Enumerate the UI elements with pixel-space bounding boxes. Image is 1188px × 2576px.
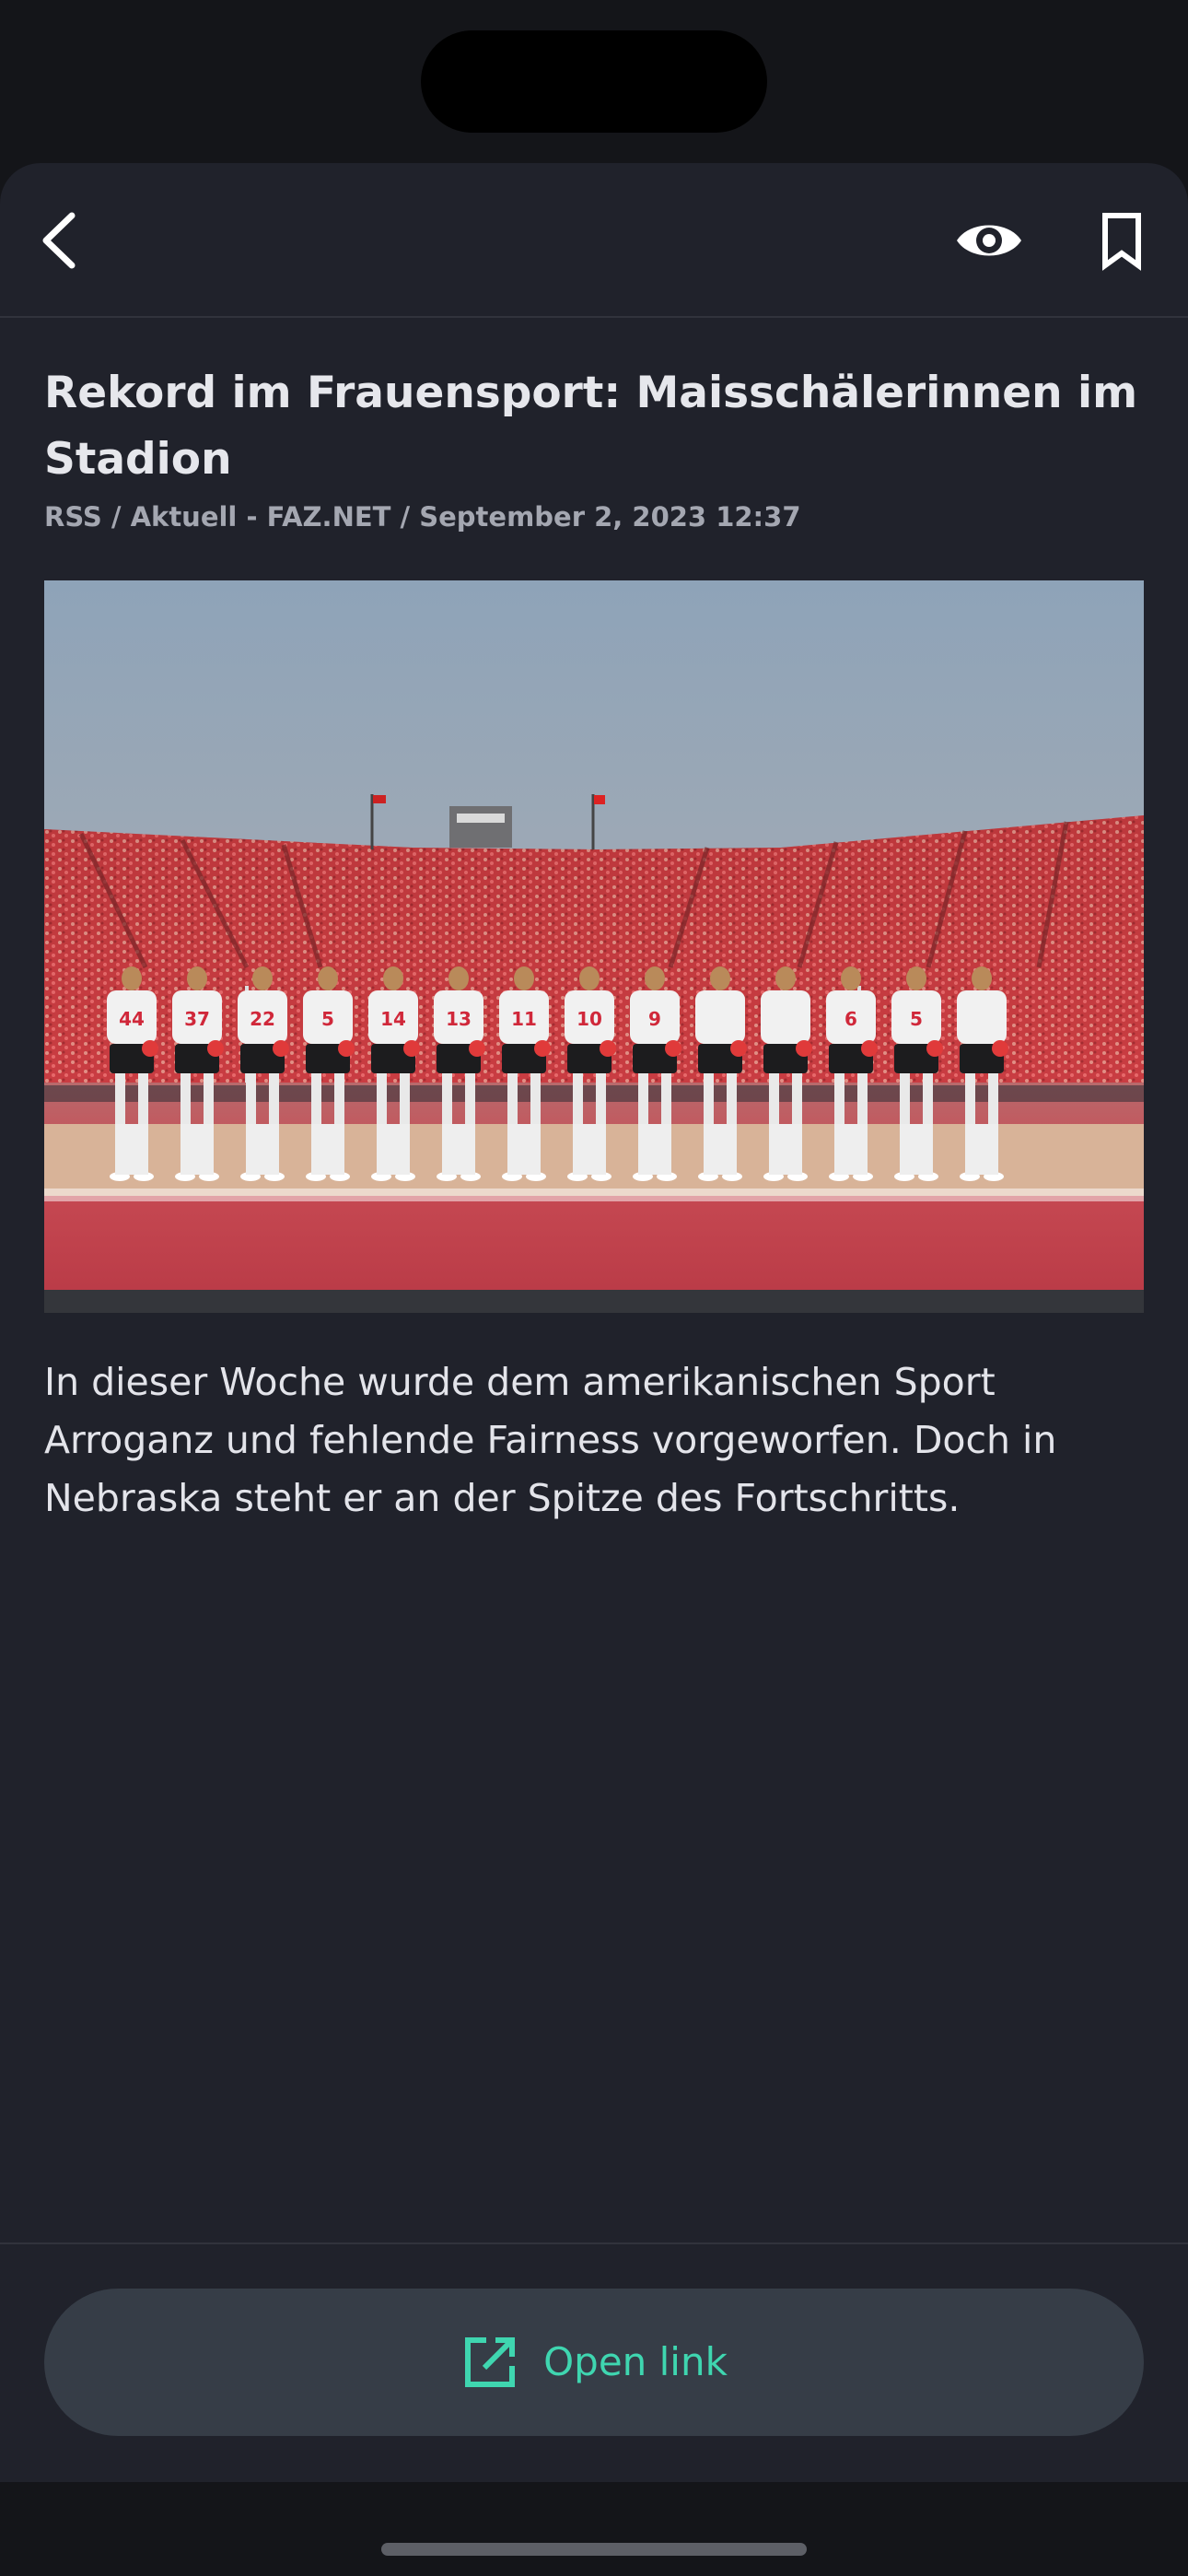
jersey-number: 5 bbox=[321, 1008, 334, 1030]
jersey-number: 6 bbox=[844, 1008, 857, 1030]
jersey-number: 5 bbox=[910, 1008, 923, 1030]
article-title: Rekord im Frauensport: Maisschälerinnen … bbox=[44, 368, 1138, 485]
bottom-action-bar: Open link bbox=[0, 2242, 1188, 2482]
external-link-icon bbox=[465, 2337, 516, 2387]
article-summary: In dieser Woche wurde dem amerikanischen… bbox=[44, 1360, 1057, 1520]
home-indicator[interactable] bbox=[381, 2543, 807, 2556]
article-meta: RSS / Aktuell - FAZ.NET / September 2, 2… bbox=[44, 501, 801, 533]
article-image: 44 37 22 5 14 13 11 10 9 6 5 bbox=[44, 580, 1144, 1313]
jersey-number: 37 bbox=[184, 1008, 210, 1030]
jersey-number: 13 bbox=[446, 1008, 472, 1030]
bookmark-icon bbox=[1102, 213, 1141, 271]
article-sheet: Rekord im Frauensport: Maisschälerinnen … bbox=[0, 163, 1188, 2482]
open-link-button[interactable]: Open link bbox=[44, 2289, 1144, 2436]
mark-read-button[interactable] bbox=[948, 199, 1031, 282]
back-button[interactable] bbox=[20, 199, 103, 282]
jersey-number: 22 bbox=[250, 1008, 275, 1030]
toolbar bbox=[0, 163, 1188, 318]
eye-icon bbox=[957, 225, 1021, 256]
jersey-number: 9 bbox=[648, 1008, 661, 1030]
jersey-number: 44 bbox=[119, 1008, 145, 1030]
jersey-number: 11 bbox=[511, 1008, 537, 1030]
bookmark-button[interactable] bbox=[1080, 199, 1163, 282]
dynamic-island bbox=[421, 30, 767, 133]
chevron-left-icon bbox=[42, 212, 76, 269]
open-link-label: Open link bbox=[543, 2339, 728, 2384]
jersey-number: 10 bbox=[577, 1008, 602, 1030]
jersey-number: 14 bbox=[380, 1008, 406, 1030]
